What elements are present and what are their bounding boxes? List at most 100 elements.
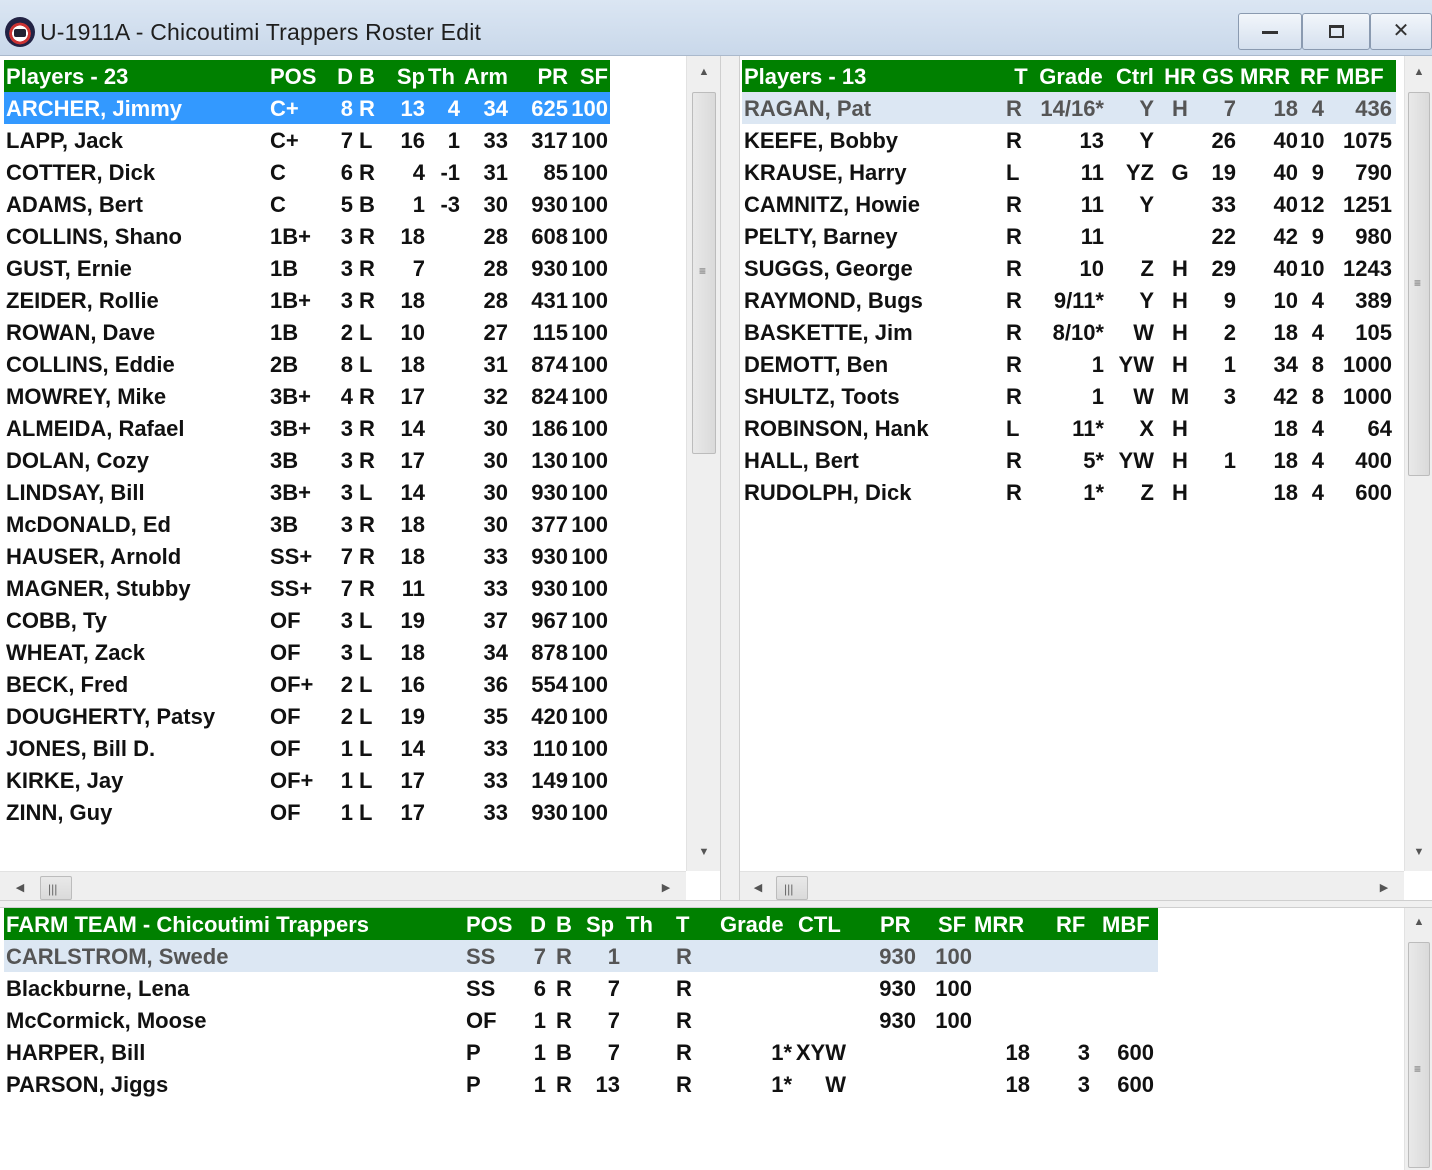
table-row[interactable]: Blackburne, Lena SS 6 R 7 R 930 100 [4,972,1158,1004]
cell-pr: 874 [531,352,568,377]
cell-name: Blackburne, Lena [6,976,190,1001]
table-row[interactable]: GUST, Ernie 1B 3 R 7 28 930 100 [4,252,610,284]
cell-arm: 33 [483,800,508,825]
table-row[interactable]: DOLAN, Cozy 3B 3 R 17 30 130 100 [4,444,610,476]
cell-sp: 18 [400,512,425,537]
table-row[interactable]: PELTY, Barney R 11 22 42 9 980 [742,220,1396,252]
cell-arm: 30 [483,512,508,537]
table-row[interactable]: MAGNER, Stubby SS+ 7 R 11 33 930 100 [4,572,610,604]
table-row[interactable]: HARPER, Bill P 1 B 7 R 1* XYW 18 3 600 [4,1036,1158,1068]
cell-sp: 19 [400,608,425,633]
table-row[interactable]: DEMOTT, Ben R 1 YW H 1 34 8 1000 [742,348,1396,380]
table-row[interactable]: COBB, Ty OF 3 L 19 37 967 100 [4,604,610,636]
cell-sf: 100 [571,320,608,345]
cell-th [426,380,460,412]
scroll-up-arrow-icon[interactable]: ▲ [694,66,714,78]
table-row[interactable]: LAPP, Jack C+ 7 L 16 1 33 317 100 [4,124,610,156]
cell-sp: 4 [412,160,425,185]
cell-t: L [1006,160,1020,185]
cell-th [426,540,460,572]
table-row[interactable]: HAUSER, Arnold SS+ 7 R 18 33 930 100 [4,540,610,572]
cell-sf: 100 [571,704,608,729]
table-row[interactable]: BASKETTE, Jim R 8/10* W H 2 18 4 105 [742,316,1396,348]
batters-header-row[interactable]: Players - 23 POS D B Sp Th Arm PR SF [4,60,610,92]
scrollbar-thumb[interactable]: ||| [40,876,72,900]
table-row[interactable]: RAYMOND, Bugs R 9/11* Y H 9 10 4 389 [742,284,1396,316]
table-row[interactable]: PARSON, Jiggs P 1 R 13 R 1* W 18 3 600 [4,1068,1158,1100]
table-row[interactable]: SHULTZ, Toots R 1 W M 3 42 8 1000 [742,380,1396,412]
table-row[interactable]: ARCHER, Jimmy C+ 8 R 13 4 34 625 100 [4,92,610,124]
horizontal-splitter[interactable] [0,900,1432,908]
cell-mrr: 40 [1273,256,1298,281]
table-row[interactable]: COTTER, Dick C 6 R 4 -1 31 85 100 [4,156,610,188]
cell-grade: 11 [1080,224,1104,249]
vertical-splitter[interactable] [720,56,740,904]
close-button[interactable]: ✕ [1370,13,1432,50]
cell-hr: H [1172,320,1188,345]
table-row[interactable]: ZEIDER, Rollie 1B+ 3 R 18 28 431 100 [4,284,610,316]
cell-grade: 11 [1080,160,1104,185]
scrollbar-thumb[interactable]: ≡ [1408,942,1430,1168]
farm-header-row[interactable]: FARM TEAM - Chicoutimi Trappers POS D B Sp Th… [4,908,1158,940]
table-row[interactable]: ZINN, Guy OF 1 L 17 33 930 100 [4,796,610,828]
scroll-up-arrow-icon[interactable]: ▲ [1409,916,1429,928]
cell-sf: 100 [571,576,608,601]
table-row[interactable]: RUDOLPH, Dick R 1* Z H 18 4 600 [742,476,1396,508]
cell-grade: 8/10* [1052,320,1104,345]
table-row[interactable]: KEEFE, Bobby R 13 Y 26 40 10 1075 [742,124,1396,156]
scroll-right-arrow-icon[interactable]: ▶ [656,881,676,894]
table-row[interactable]: BECK, Fred OF+ 2 L 16 36 554 100 [4,668,610,700]
table-row[interactable]: ROWAN, Dave 1B 2 L 10 27 115 100 [4,316,610,348]
cell-d: 3 [340,608,353,633]
cell-mrr: 18 [1005,1072,1030,1097]
table-row[interactable]: CAMNITZ, Howie R 11 Y 33 40 12 1251 [742,188,1396,220]
table-row[interactable]: ROBINSON, Hank L 11* X H 18 4 64 [742,412,1396,444]
scroll-left-arrow-icon[interactable]: ◀ [748,881,768,894]
table-row[interactable]: McCormick, Moose OF 1 R 7 R 930 100 [4,1004,1158,1036]
table-row[interactable]: MOWREY, Mike 3B+ 4 R 17 32 824 100 [4,380,610,412]
table-row[interactable]: McDONALD, Ed 3B 3 R 18 30 377 100 [4,508,610,540]
table-row[interactable]: DOUGHERTY, Patsy OF 2 L 19 35 420 100 [4,700,610,732]
table-row[interactable]: ADAMS, Bert C 5 B 1 -3 30 930 100 [4,188,610,220]
scroll-down-arrow-icon[interactable]: ▼ [694,846,714,858]
cell-sf: 100 [571,192,608,217]
table-row[interactable]: KRAUSE, Harry L 11 YZ G 19 40 9 790 [742,156,1396,188]
table-row[interactable]: JONES, Bill D. OF 1 L 14 33 110 100 [4,732,610,764]
cell-sp: 7 [607,976,620,1001]
cell-name: PELTY, Barney [744,224,898,249]
cell-th [426,604,460,636]
table-row[interactable]: COLLINS, Eddie 2B 8 L 18 31 874 100 [4,348,610,380]
farm-vertical-scrollbar[interactable]: ▲ ≡ [1404,908,1432,1170]
table-row[interactable]: CARLSTROM, Swede SS 7 R 1 R 930 100 [4,940,1158,972]
scroll-right-arrow-icon[interactable]: ▶ [1374,881,1394,894]
cell-b: R [359,544,375,569]
cell-b: R [359,224,375,249]
table-row[interactable]: RAGAN, Pat R 14/16* Y H 7 18 4 436 [742,92,1396,124]
minimize-button[interactable] [1238,13,1302,50]
cell-pr: 625 [531,96,568,121]
maximize-button[interactable] [1302,13,1370,50]
table-row[interactable]: COLLINS, Shano 1B+ 3 R 18 28 608 100 [4,220,610,252]
scroll-left-arrow-icon[interactable]: ◀ [10,881,30,894]
scrollbar-thumb[interactable]: ≡ [1408,92,1430,476]
table-row[interactable]: WHEAT, Zack OF 3 L 18 34 878 100 [4,636,610,668]
table-row[interactable]: HALL, Bert R 5* YW H 1 18 4 400 [742,444,1396,476]
table-row[interactable]: SUGGS, George R 10 Z H 29 40 10 1243 [742,252,1396,284]
table-row[interactable]: LINDSAY, Bill 3B+ 3 L 14 30 930 100 [4,476,610,508]
scroll-up-arrow-icon[interactable]: ▲ [1409,66,1429,78]
grip-icon: ≡ [1414,276,1422,290]
scrollbar-thumb[interactable]: ≡ [692,92,716,454]
scroll-down-arrow-icon[interactable]: ▼ [1409,846,1429,858]
cell-pos: 1B+ [270,288,311,313]
table-row[interactable]: ALMEIDA, Rafael 3B+ 3 R 14 30 186 100 [4,412,610,444]
cell-ctl: XYW [795,1040,846,1065]
column-header-b: B [556,912,572,937]
pitchers-header-row[interactable]: Players - 13 T Grade Ctrl HR GS MRR RF MBF [742,60,1396,92]
pitchers-vertical-scrollbar[interactable]: ▲ ≡ ▼ [1404,56,1432,871]
table-row[interactable]: KIRKE, Jay OF+ 1 L 17 33 149 100 [4,764,610,796]
batters-vertical-scrollbar[interactable]: ▲ ≡ ▼ [686,56,720,871]
scrollbar-thumb[interactable]: ||| [776,876,808,900]
cell-th: 1 [447,128,460,153]
cell-ctrl: Y [1139,128,1154,153]
cell-grade: 5* [1083,448,1104,473]
